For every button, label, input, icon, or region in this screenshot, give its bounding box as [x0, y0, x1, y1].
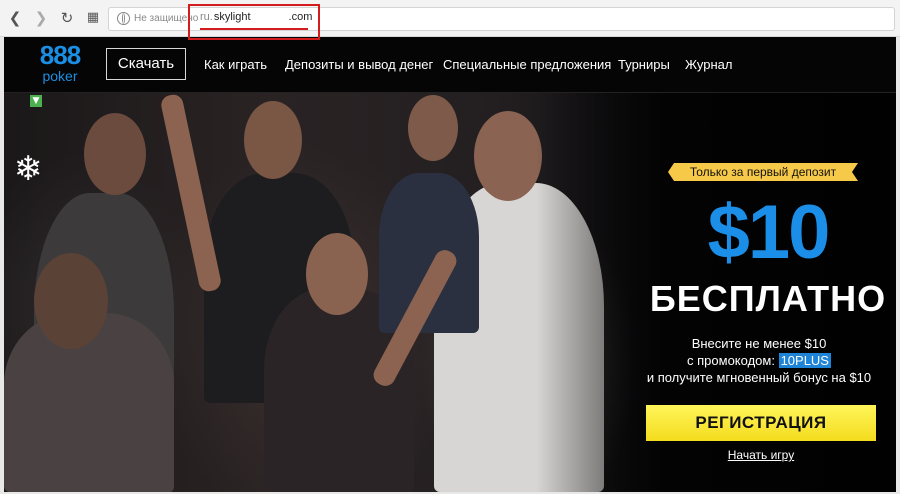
promo-code-prefix: с промокодом: — [687, 353, 779, 368]
promo-amount: $10 — [707, 190, 831, 275]
download-arrow-icon: ▼ — [30, 95, 42, 107]
nav-how-to-play[interactable]: Как играть — [204, 57, 267, 72]
browser-toolbar: ❮ ❯ ↻ ▦ Не защищено ru.skylight .com — [0, 0, 900, 37]
logo-number: 888 — [39, 40, 81, 70]
globe-icon — [117, 12, 130, 25]
nav-tournaments[interactable]: Турниры — [618, 57, 670, 72]
url-underline-annotation — [200, 28, 308, 30]
nav-promotions[interactable]: Специальные предложения — [443, 57, 611, 72]
promo-ribbon: Только за первый депозит — [668, 163, 858, 181]
promo-terms-line2: с промокодом: 10PLUS — [622, 352, 896, 369]
site-viewport: 888 poker Скачать Как играть Депозиты и … — [4, 37, 896, 492]
reload-icon[interactable]: ↻ — [58, 9, 76, 27]
url-highlight-box — [188, 4, 320, 40]
back-icon[interactable]: ❮ — [6, 9, 24, 27]
logo[interactable]: 888 poker — [32, 41, 88, 87]
start-game-link[interactable]: Начать игру — [646, 448, 876, 462]
forward-icon[interactable]: ❯ — [32, 9, 50, 27]
download-button[interactable]: Скачать — [106, 48, 186, 80]
nav-deposits[interactable]: Депозиты и вывод денег — [285, 57, 433, 72]
logo-word: poker — [42, 68, 78, 84]
apps-grid-icon[interactable]: ▦ — [84, 9, 102, 27]
register-button[interactable]: РЕГИСТРАЦИЯ — [646, 405, 876, 441]
promo-terms: Внесите не менее $10 с промокодом: 10PLU… — [622, 335, 896, 386]
site-header: 888 poker Скачать Как играть Депозиты и … — [4, 37, 896, 93]
snowflake-icon: ❄ — [13, 149, 43, 189]
promo-code: 10PLUS — [778, 353, 831, 368]
promo-terms-line3: и получите мгновенный бонус на $10 — [646, 370, 872, 385]
nav-magazine[interactable]: Журнал — [685, 57, 732, 72]
hero-banner: ▼ ❄ Только за первый депозит $10 БЕСПЛАТ… — [4, 92, 896, 492]
promo-headline: БЕСПЛАТНО — [649, 278, 887, 319]
promo-terms-line1: Внесите не менее $10 — [691, 336, 827, 351]
hero-photo — [4, 92, 604, 492]
